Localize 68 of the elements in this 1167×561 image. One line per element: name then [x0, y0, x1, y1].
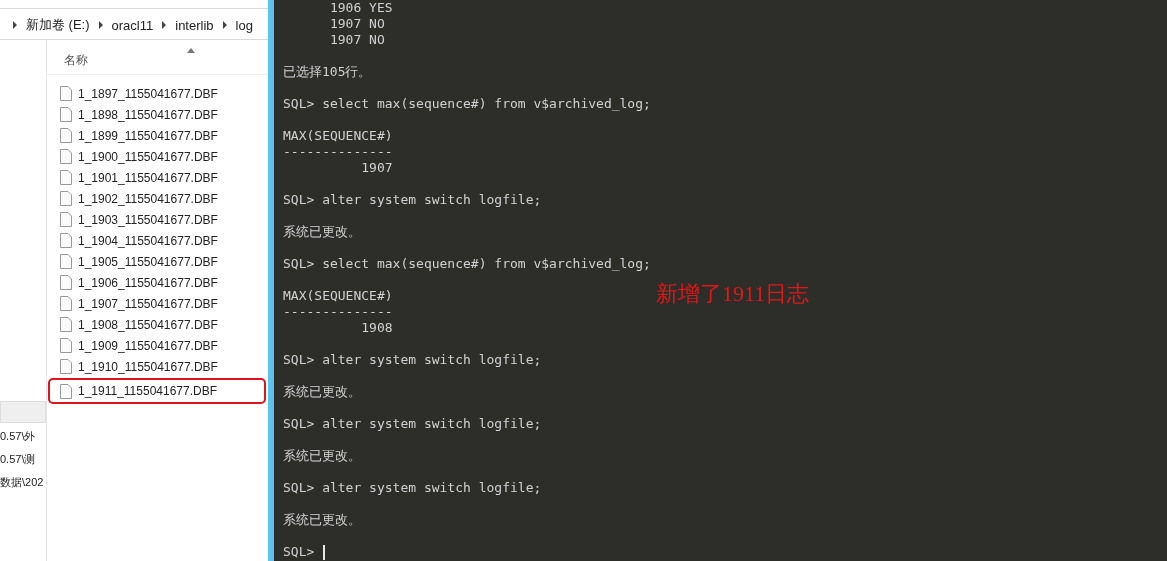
terminal-line: 系统已更改。 [283, 448, 361, 464]
file-row[interactable]: 1_1909_1155041677.DBF [48, 335, 266, 356]
terminal-line: 1907 [360, 160, 393, 176]
file-row[interactable]: 1_1905_1155041677.DBF [48, 251, 266, 272]
file-icon [60, 296, 72, 311]
address-bar[interactable]: 新加卷 (E:) oracl11 interlib log [0, 11, 268, 40]
nav-item-background[interactable] [0, 401, 46, 423]
terminal-line: 系统已更改。 [283, 224, 361, 240]
terminal-line: -------------- [283, 144, 393, 160]
breadcrumb-item[interactable]: 新加卷 (E:) [26, 16, 90, 34]
terminal-line: 1907 NO [328, 16, 385, 32]
chevron-icon [221, 21, 228, 29]
chevron-icon [161, 21, 168, 29]
file-icon [60, 149, 72, 164]
file-row[interactable]: 1_1898_1155041677.DBF [48, 104, 266, 125]
terminal-line: 1908 [360, 320, 393, 336]
terminal-line: MAX(SEQUENCE#) [283, 128, 393, 144]
terminal-line: SQL> alter system switch logfile; [283, 416, 542, 432]
highlighted-file-row[interactable]: 1_1911_1155041677.DBF [48, 378, 266, 404]
terminal-line: 1907 NO [328, 32, 385, 48]
breadcrumb-item[interactable]: oracl11 [111, 17, 154, 33]
file-icon [60, 170, 72, 185]
terminal-line: SQL> select max(sequence#) from v$archived_log; [283, 96, 651, 112]
file-icon [60, 191, 72, 206]
terminal-line: SQL> alter system switch logfile; [283, 352, 542, 368]
terminal-line: -------------- [283, 304, 393, 320]
terminal-line: 系统已更改。 [283, 384, 361, 400]
chevron-icon [97, 21, 104, 29]
sort-icon [187, 48, 195, 53]
terminal-line: SQL> alter system switch logfile; [283, 480, 542, 496]
file-row[interactable]: 1_1908_1155041677.DBF [48, 314, 266, 335]
file-row[interactable]: 1_1907_1155041677.DBF [48, 293, 266, 314]
breadcrumb-item[interactable]: log [235, 17, 253, 33]
file-icon [60, 128, 72, 143]
file-row[interactable]: 1_1904_1155041677.DBF [48, 230, 266, 251]
file-row[interactable]: 1_1899_1155041677.DBF [48, 125, 266, 146]
file-icon [60, 359, 72, 374]
file-icon [60, 107, 72, 122]
file-row[interactable]: 1_1906_1155041677.DBF [48, 272, 266, 293]
file-icon [60, 254, 72, 269]
terminal-line: 1906 YES [328, 0, 393, 16]
annotation-text: 新增了1911日志 [656, 280, 810, 308]
terminal-line: MAX(SEQUENCE#) [283, 288, 393, 304]
text-cursor [323, 544, 326, 560]
file-icon [60, 212, 72, 227]
terminal-line: SQL> [283, 544, 316, 560]
file-row[interactable]: 1_1902_1155041677.DBF [48, 188, 266, 209]
nav-item[interactable]: 数据\202 [0, 475, 46, 498]
file-icon [60, 317, 72, 332]
terminal-line: SQL> alter system switch logfile; [283, 192, 542, 208]
file-icon [60, 338, 72, 353]
file-row[interactable]: 1_1903_1155041677.DBF [48, 209, 266, 230]
file-icon [60, 86, 72, 101]
file-row[interactable]: 1_1900_1155041677.DBF [48, 146, 266, 167]
nav-item[interactable]: 0.57\外 [0, 429, 46, 452]
file-icon [60, 383, 72, 399]
terminal-line: SQL> select max(sequence#) from v$archived_log; [283, 256, 651, 272]
file-icon [60, 233, 72, 248]
chevron-icon [12, 21, 18, 29]
terminal-line: 已选择105行。 [283, 64, 372, 80]
file-row[interactable]: 1_1897_1155041677.DBF [48, 83, 266, 104]
file-icon [60, 275, 72, 290]
file-row[interactable]: 1_1910_1155041677.DBF [48, 356, 266, 377]
terminal-line: 系统已更改。 [283, 512, 361, 528]
nav-item[interactable]: 0.57\测 [0, 452, 46, 475]
column-header[interactable]: 名称 [64, 51, 88, 69]
breadcrumb-item[interactable]: interlib [175, 17, 214, 33]
file-row[interactable]: 1_1901_1155041677.DBF [48, 167, 266, 188]
